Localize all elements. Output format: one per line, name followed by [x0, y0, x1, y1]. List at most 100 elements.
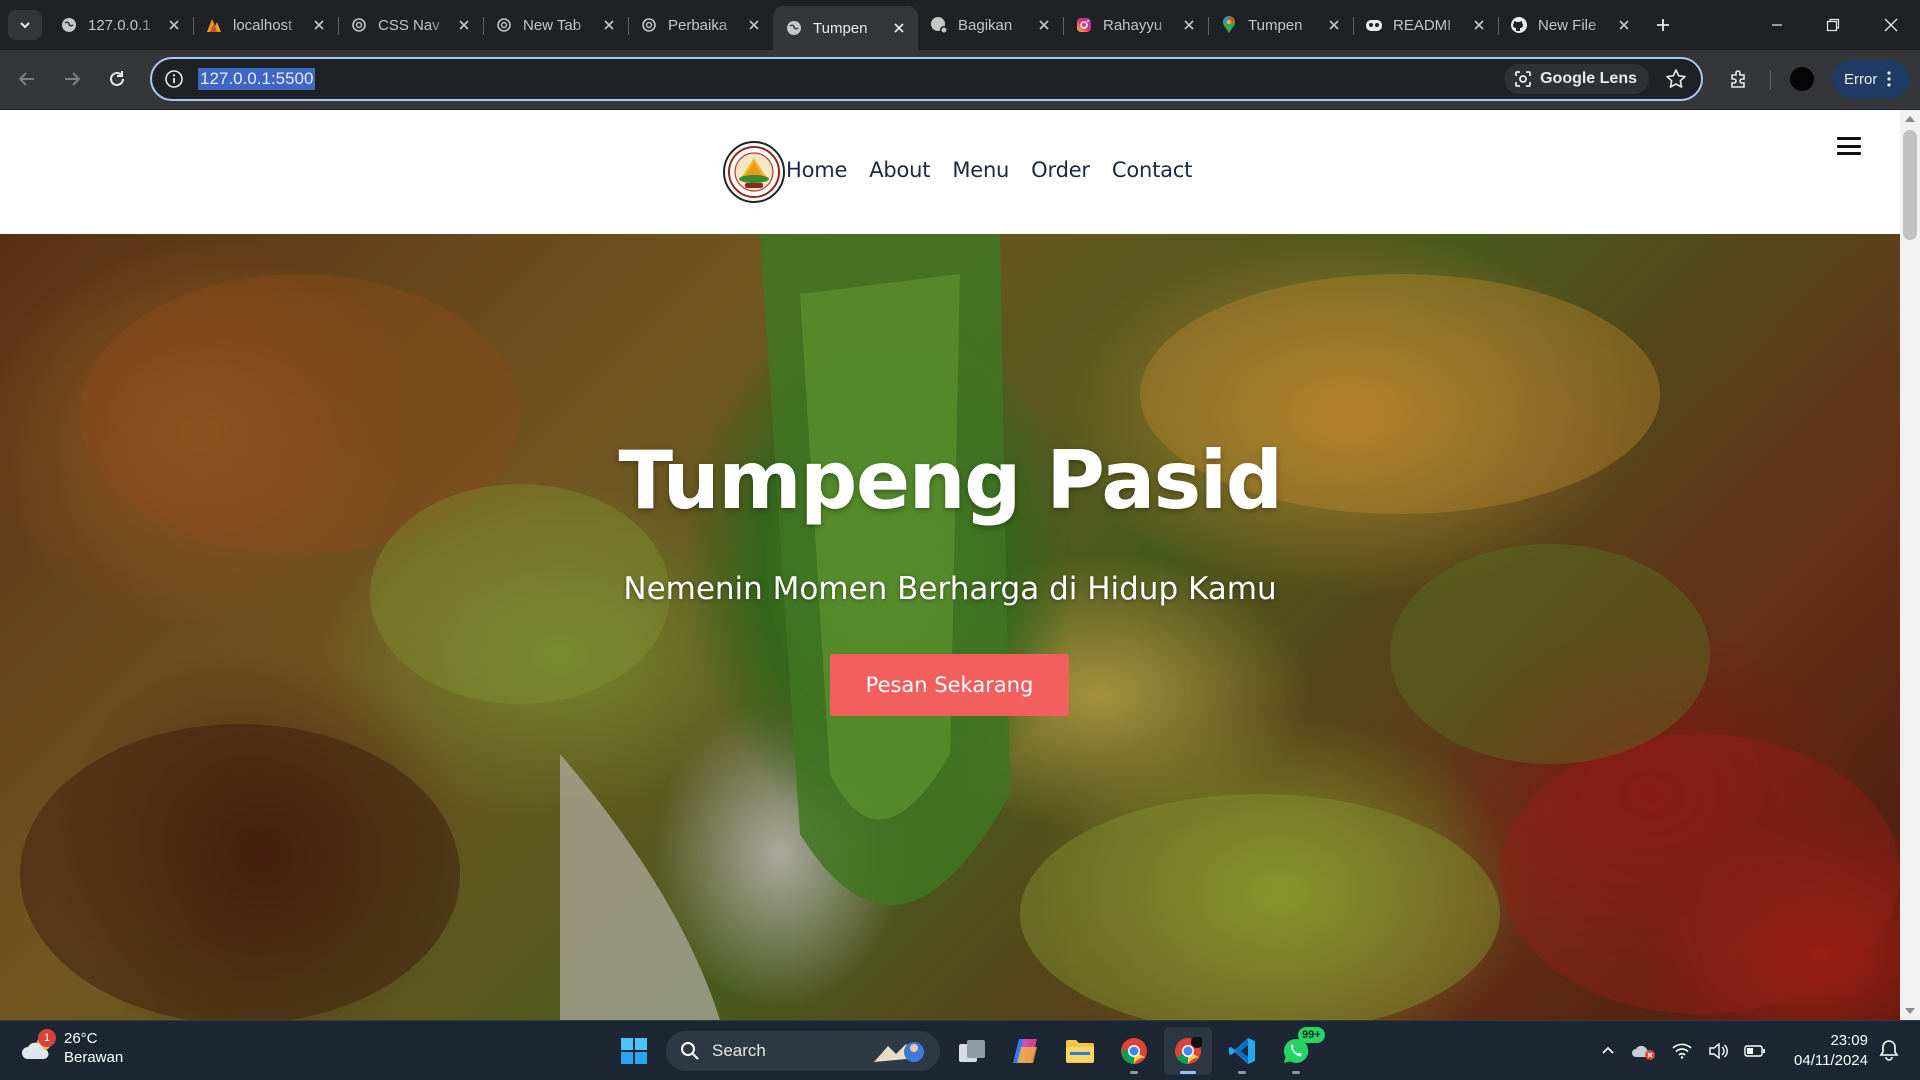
tab-strip: 127.0.0.1 localhost CSS Nav New Tab Perb…	[0, 0, 1920, 50]
running-indicator	[1292, 1071, 1300, 1074]
chrome-icon	[1121, 1038, 1147, 1065]
tab[interactable]: 127.0.0.1	[48, 6, 193, 44]
nav-link-menu[interactable]: Menu	[952, 158, 1009, 182]
notification-bell-icon[interactable]	[1878, 1039, 1900, 1061]
clock-time: 23:09	[1830, 1032, 1868, 1049]
file-explorer-app[interactable]	[1056, 1027, 1104, 1075]
copilot-icon	[1365, 16, 1383, 34]
taskbar-search[interactable]: Search	[666, 1031, 940, 1071]
page-scrollbar[interactable]	[1900, 110, 1920, 1020]
reload-button[interactable]	[100, 62, 134, 96]
onedrive-error-icon[interactable]	[1632, 1041, 1656, 1061]
minimize-icon	[1772, 24, 1782, 26]
nav-link-about[interactable]: About	[869, 158, 930, 182]
tab-active[interactable]: Tumpen	[773, 6, 918, 50]
search-icon	[681, 1042, 699, 1060]
address-bar[interactable]: 127.0.0.1:5500 Google Lens	[150, 57, 1703, 101]
tab[interactable]: CSS Nav	[338, 6, 483, 44]
nav-link-home[interactable]: Home	[786, 158, 847, 182]
new-tab-button[interactable]	[1650, 12, 1676, 38]
hamburger-menu-icon[interactable]	[1837, 134, 1861, 158]
running-indicator	[1130, 1071, 1138, 1074]
tab[interactable]: Tumpen	[1208, 6, 1353, 44]
info-icon[interactable]	[164, 69, 184, 89]
vscode-app[interactable]	[1218, 1027, 1266, 1075]
toolbar-separator	[1770, 70, 1771, 90]
back-button[interactable]	[10, 62, 44, 96]
whatsapp-app[interactable]: 99+	[1272, 1027, 1325, 1075]
globe-icon	[60, 16, 78, 34]
tab[interactable]: New File	[1498, 6, 1643, 44]
arrow-right-icon	[65, 72, 81, 86]
weather-widget[interactable]: 1 26°C Berawan	[22, 1029, 123, 1067]
forward-button[interactable]	[55, 62, 89, 96]
copilot-icon	[1013, 1039, 1037, 1063]
tab[interactable]: Rahayyu	[1063, 6, 1208, 44]
hero-subtitle: Nemenin Momen Berharga di Hidup Kamu	[623, 571, 1277, 607]
active-indicator	[1180, 1071, 1196, 1074]
battery-icon[interactable]	[1744, 1044, 1766, 1058]
site-logo[interactable]	[723, 141, 785, 203]
error-button[interactable]: Error	[1832, 60, 1910, 98]
close-icon[interactable]	[745, 16, 763, 34]
weather-text: 26°C Berawan	[64, 1029, 123, 1067]
close-icon[interactable]	[310, 16, 328, 34]
taskbar-apps: Search 99+	[610, 1027, 1326, 1075]
start-button[interactable]	[610, 1027, 658, 1075]
chrome-icon	[1175, 1037, 1202, 1065]
nav-link-order[interactable]: Order	[1031, 158, 1090, 182]
close-icon[interactable]	[1180, 16, 1198, 34]
url-text[interactable]: 127.0.0.1:5500	[198, 68, 316, 90]
extensions-button[interactable]	[1722, 62, 1756, 96]
tumpeng-logo-icon	[728, 146, 780, 198]
minimize-button[interactable]	[1754, 8, 1800, 42]
chrome-app[interactable]	[1110, 1027, 1158, 1075]
restore-button[interactable]	[1810, 8, 1856, 42]
scroll-thumb[interactable]	[1903, 130, 1917, 240]
chrome-app-active[interactable]	[1164, 1027, 1212, 1075]
tab-title: Tumpen	[813, 19, 868, 37]
order-now-button[interactable]: Pesan Sekarang	[830, 654, 1069, 716]
hero-title: Tumpeng Pasid	[618, 434, 1283, 527]
profile-avatar[interactable]	[1790, 67, 1814, 91]
tab-title: Tumpen	[1248, 16, 1303, 34]
tab-title: Rahayyu	[1103, 16, 1163, 34]
close-icon[interactable]	[455, 16, 473, 34]
tab[interactable]: READMI	[1353, 6, 1498, 44]
site-navbar: Home About Menu Order Contact	[0, 110, 1900, 234]
scroll-up-arrow-icon[interactable]	[1905, 116, 1915, 122]
plus-icon	[1657, 19, 1669, 31]
scroll-down-arrow-icon[interactable]	[1905, 1008, 1915, 1014]
nav-link-contact[interactable]: Contact	[1112, 158, 1193, 182]
tab-title: CSS Nav	[378, 16, 440, 34]
close-icon[interactable]	[1470, 16, 1488, 34]
xampp-icon	[205, 16, 223, 34]
clock[interactable]: 23:09 04/11/2024	[1782, 1031, 1868, 1071]
close-icon	[1884, 18, 1898, 32]
google-lens-button[interactable]: Google Lens	[1504, 64, 1649, 94]
tab[interactable]: Perbaika	[628, 6, 773, 44]
chatgpt-icon	[495, 16, 513, 34]
volume-icon[interactable]	[1708, 1043, 1728, 1059]
copilot-app[interactable]	[1002, 1027, 1050, 1075]
tab[interactable]: New Tab	[483, 6, 628, 44]
tab-search-button[interactable]	[8, 10, 42, 40]
window-close-button[interactable]	[1868, 8, 1914, 42]
partly-cloudy-icon: 1	[22, 1029, 56, 1063]
hero-section: Tumpeng Pasid Nemenin Momen Berharga di …	[0, 234, 1900, 1020]
close-icon[interactable]	[1035, 16, 1053, 34]
close-icon[interactable]	[1615, 16, 1633, 34]
close-icon[interactable]	[165, 16, 183, 34]
bookmark-star-icon[interactable]	[1665, 68, 1687, 90]
wifi-icon[interactable]	[1672, 1043, 1692, 1059]
tab[interactable]: Bagikan	[918, 6, 1063, 44]
chevron-down-icon	[20, 22, 30, 29]
tab[interactable]: localhost	[193, 6, 338, 44]
task-view-button[interactable]	[948, 1027, 996, 1075]
close-icon[interactable]	[1325, 16, 1343, 34]
close-icon[interactable]	[600, 16, 618, 34]
tab-title: New Tab	[523, 16, 582, 34]
chevron-up-icon[interactable]	[1600, 1043, 1616, 1059]
hero-overlay	[0, 234, 1900, 1020]
close-icon[interactable]	[890, 19, 908, 37]
